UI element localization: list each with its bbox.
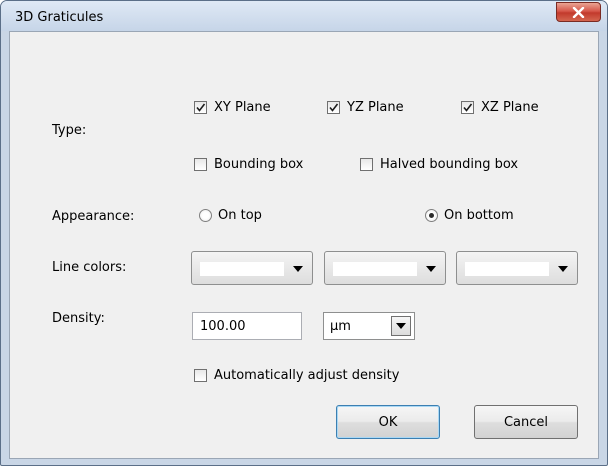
- bounding-box-checkbox[interactable]: Bounding box: [194, 157, 303, 172]
- checkbox-box[interactable]: [360, 158, 373, 171]
- line-color-picker-2[interactable]: [324, 251, 446, 285]
- line-color-picker-3[interactable]: [456, 251, 578, 285]
- color-swatch: [465, 262, 549, 276]
- checkbox-box[interactable]: [194, 101, 207, 114]
- auto-adjust-density-label: Automatically adjust density: [214, 368, 400, 383]
- title-bar[interactable]: 3D Graticules: [1, 1, 607, 31]
- yz-plane-label: YZ Plane: [347, 100, 404, 115]
- density-label: Density:: [52, 311, 105, 326]
- dropdown-arrow-icon: [558, 266, 568, 272]
- type-label: Type:: [52, 123, 87, 138]
- close-icon: [572, 6, 585, 18]
- ok-button[interactable]: OK: [336, 405, 440, 439]
- checkbox-box[interactable]: [194, 369, 207, 382]
- color-swatch: [333, 262, 417, 276]
- line-color-picker-1[interactable]: [191, 251, 313, 285]
- dialog-window: 3D Graticules Type: XY Plane YZ Plane XZ…: [0, 0, 608, 466]
- dialog-body: Type: XY Plane YZ Plane XZ Plane Boundin…: [9, 31, 599, 459]
- checkmark-icon: [196, 103, 206, 112]
- on-top-label: On top: [218, 208, 262, 223]
- bounding-box-label: Bounding box: [214, 157, 304, 172]
- checkbox-box[interactable]: [327, 101, 340, 114]
- density-unit-value: µm: [330, 319, 351, 334]
- dropdown-arrow-icon: [293, 266, 303, 272]
- dropdown-arrow-icon: [426, 266, 436, 272]
- checkmark-icon: [329, 103, 339, 112]
- appearance-label: Appearance:: [52, 209, 135, 224]
- halved-bounding-box-checkbox[interactable]: Halved bounding box: [360, 157, 518, 172]
- xy-plane-label: XY Plane: [214, 100, 271, 115]
- line-colors-label: Line colors:: [52, 260, 127, 275]
- xy-plane-checkbox[interactable]: XY Plane: [194, 100, 271, 115]
- on-top-radio[interactable]: On top: [199, 208, 262, 223]
- close-button[interactable]: [556, 2, 601, 22]
- color-swatch: [200, 262, 284, 276]
- checkbox-box[interactable]: [461, 101, 474, 114]
- on-bottom-label: On bottom: [444, 208, 514, 223]
- halved-bounding-box-label: Halved bounding box: [380, 157, 519, 172]
- xz-plane-label: XZ Plane: [481, 100, 539, 115]
- on-bottom-radio[interactable]: On bottom: [425, 208, 514, 223]
- radio-selected-dot: [429, 213, 434, 218]
- radio-circle[interactable]: [425, 209, 438, 222]
- window-title: 3D Graticules: [15, 10, 104, 25]
- radio-circle[interactable]: [199, 209, 212, 222]
- cancel-button[interactable]: Cancel: [474, 405, 578, 439]
- auto-adjust-density-checkbox[interactable]: Automatically adjust density: [194, 368, 399, 383]
- checkmark-icon: [463, 103, 473, 112]
- density-unit-select[interactable]: µm: [323, 312, 415, 340]
- density-input[interactable]: [192, 312, 302, 340]
- yz-plane-checkbox[interactable]: YZ Plane: [327, 100, 404, 115]
- dropdown-arrow-icon[interactable]: [391, 316, 411, 336]
- xz-plane-checkbox[interactable]: XZ Plane: [461, 100, 539, 115]
- checkbox-box[interactable]: [194, 158, 207, 171]
